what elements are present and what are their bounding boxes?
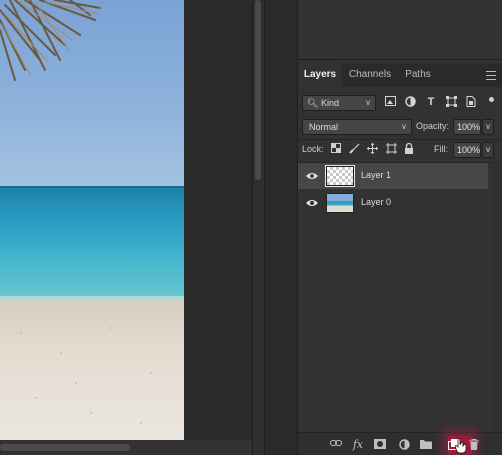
- visibility-eye-icon[interactable]: [306, 198, 318, 208]
- kind-filter-select[interactable]: 🔍︎ Kind ∨: [302, 95, 376, 111]
- delete-layer-icon[interactable]: [468, 439, 480, 451]
- visibility-eye-icon[interactable]: [306, 171, 318, 181]
- layer-thumbnail: [326, 193, 354, 213]
- beach-photo: [0, 0, 184, 440]
- new-group-icon[interactable]: [420, 439, 432, 451]
- fill-label: Fill:: [434, 144, 448, 154]
- layer-name[interactable]: Layer 0: [361, 197, 391, 207]
- blend-mode-select[interactable]: Normal ∨: [302, 119, 412, 135]
- link-layers-icon[interactable]: [330, 439, 342, 451]
- lock-position-icon[interactable]: [366, 143, 378, 155]
- layers-bottom-bar: fx: [298, 432, 502, 455]
- panel-menu-icon[interactable]: [486, 71, 496, 80]
- layers-panel: Layers Channels Paths 🔍︎ Kind ∨ T Normal…: [298, 0, 502, 455]
- lock-row: Lock: Fill: 100% ∨: [298, 142, 502, 160]
- fill-dropdown-button[interactable]: ∨: [482, 142, 494, 158]
- type-filter-icon[interactable]: T: [425, 96, 437, 108]
- layer-row-layer-1[interactable]: Layer 1: [298, 163, 488, 189]
- blend-row: Normal ∨ Opacity: 100% ∨: [298, 119, 502, 137]
- fx-icon[interactable]: fx: [352, 439, 364, 451]
- horizontal-scroll-thumb[interactable]: [0, 444, 130, 451]
- adjustment-layer-icon[interactable]: [398, 439, 410, 451]
- photo-sand: [0, 302, 184, 440]
- lock-transparent-pixels-icon[interactable]: [330, 143, 342, 155]
- smart-object-filter-icon[interactable]: [465, 96, 477, 108]
- tab-layers[interactable]: Layers: [298, 63, 342, 87]
- tab-paths[interactable]: Paths: [398, 63, 438, 87]
- umbrella-thatch: [0, 0, 101, 81]
- lock-all-icon[interactable]: [403, 142, 415, 155]
- adjustment-filter-icon[interactable]: [404, 96, 416, 108]
- opacity-dropdown-button[interactable]: ∨: [482, 119, 494, 135]
- chevron-down-icon: ∨: [365, 98, 371, 107]
- divider: [298, 139, 502, 140]
- opacity-label: Opacity:: [416, 121, 450, 131]
- layers-scrollbar[interactable]: [494, 160, 502, 432]
- add-mask-icon[interactable]: [374, 439, 386, 451]
- layer-thumbnail: [325, 165, 355, 187]
- photo-sea: [0, 186, 184, 300]
- layer-name[interactable]: Layer 1: [361, 170, 391, 180]
- opacity-field[interactable]: 100%: [453, 119, 481, 135]
- filter-toggle[interactable]: [489, 97, 494, 107]
- lock-image-pixels-icon[interactable]: [348, 143, 360, 155]
- upper-panel-area: [298, 0, 502, 60]
- lock-label: Lock:: [302, 144, 324, 154]
- fill-field[interactable]: 100%: [453, 142, 481, 158]
- panel-dock-gutter: [264, 0, 298, 455]
- document-canvas[interactable]: [0, 0, 252, 455]
- image-filter-icon[interactable]: [384, 96, 396, 108]
- tab-channels[interactable]: Channels: [342, 63, 398, 87]
- blend-mode-value: Normal: [309, 122, 339, 132]
- panel-tabbar: Layers Channels Paths: [298, 63, 502, 87]
- layer-row-layer-0[interactable]: Layer 0: [298, 190, 488, 216]
- filter-row: 🔍︎ Kind ∨ T: [298, 95, 502, 113]
- lock-artboard-icon[interactable]: [385, 143, 397, 155]
- kind-label: Kind: [320, 98, 339, 108]
- chevron-down-icon: ∨: [401, 122, 407, 131]
- toggle-knob-icon: [489, 97, 494, 102]
- photo-horizon: [0, 186, 184, 188]
- vertical-scroll-thumb[interactable]: [255, 0, 261, 180]
- search-icon: 🔍︎: [307, 98, 319, 108]
- shape-filter-icon[interactable]: [445, 96, 457, 108]
- hand-cursor-icon: [455, 438, 467, 454]
